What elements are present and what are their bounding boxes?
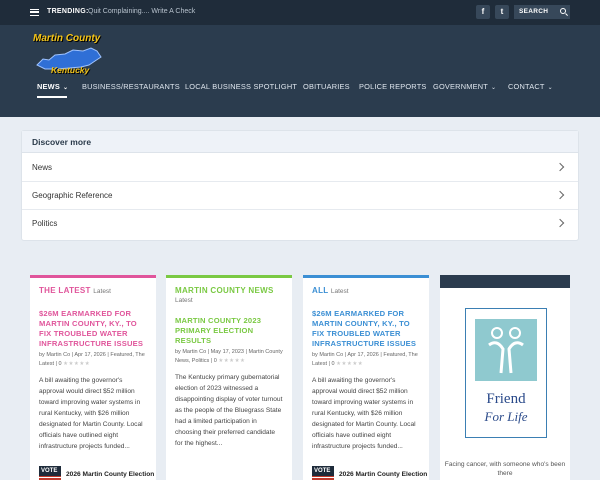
- article-meta: by Martin Co | May 17, 2023 | Martin Cou…: [175, 349, 283, 364]
- ad-caption: Facing cancer, with someone who's been t…: [444, 461, 566, 477]
- friend-for-life-ad[interactable]: Friend For Life Facing cancer, with some…: [440, 275, 570, 480]
- rating-stars-icon: ★★★★★: [336, 361, 364, 367]
- article-title-link[interactable]: $26M EARMARKED FOR MARTIN COUNTY, KY., T…: [303, 295, 429, 349]
- discover-item-label: Politics: [32, 219, 58, 228]
- trending-label: TRENDING:: [47, 8, 89, 15]
- ad-illustration: [475, 319, 537, 381]
- nav-item-police[interactable]: POLICE REPORTS: [359, 82, 427, 91]
- two-figures-icon: [488, 327, 524, 374]
- search-icon[interactable]: [560, 8, 566, 14]
- active-nav-indicator: [37, 96, 67, 98]
- next-article-link[interactable]: 2026 Martin County Election Season Begin…: [339, 470, 429, 480]
- facebook-icon[interactable]: f: [476, 5, 490, 19]
- nav-item-government[interactable]: GOVERNMENT ⌄: [433, 82, 496, 91]
- discover-title: Discover more: [22, 131, 578, 153]
- article-meta: by Martin Co | Apr 17, 2026 | Featured, …: [39, 352, 145, 367]
- ad-banner: Friend For Life: [465, 308, 547, 438]
- site-header: Martin County Kentucky NEWS ⌄ BUSINESS/RE…: [0, 25, 600, 117]
- chevron-down-icon: ⌄: [490, 85, 497, 91]
- article-title-link[interactable]: $26M EARMARKED FOR MARTIN COUNTY, KY., T…: [30, 295, 156, 349]
- discover-item-label: News: [32, 163, 53, 172]
- chevron-right-icon: [555, 218, 565, 228]
- search-placeholder: SEARCH: [519, 8, 549, 15]
- article-excerpt: A bill awaiting the governor's approval …: [39, 377, 143, 450]
- chevron-right-icon: [555, 190, 565, 200]
- article-excerpt: The Kentucky primary gubernatorial elect…: [175, 374, 283, 447]
- article-meta: by Martin Co | Apr 17, 2026 | Featured, …: [312, 352, 418, 367]
- trending-link[interactable]: Quit Complaining.... Write A Check: [88, 8, 195, 15]
- rating-stars-icon: ★★★★★: [63, 361, 91, 367]
- discover-item-label: Geographic Reference: [32, 191, 113, 200]
- site-logo[interactable]: Martin County Kentucky: [33, 31, 103, 75]
- ad-headline: Friend: [486, 391, 526, 407]
- nav-item-spotlight[interactable]: LOCAL BUSINESS SPOTLIGHT: [185, 82, 297, 91]
- discover-item-geographic[interactable]: Geographic Reference: [22, 182, 578, 210]
- ad-subheadline: For Life: [484, 409, 528, 424]
- discover-item-news[interactable]: News: [22, 154, 578, 182]
- menu-icon[interactable]: [30, 9, 39, 16]
- rating-stars-icon: ★★★★★: [218, 358, 246, 364]
- nav-item-news[interactable]: NEWS ⌄: [37, 82, 68, 91]
- search-input[interactable]: SEARCH: [514, 5, 570, 19]
- chevron-right-icon: [555, 162, 565, 172]
- logo-text-line1: Martin County: [33, 33, 101, 44]
- card-heading: MARTIN COUNTY NEWS Latest: [175, 286, 274, 304]
- chevron-down-icon: ⌄: [62, 85, 69, 91]
- top-bar: TRENDING: Quit Complaining.... Write A C…: [0, 0, 600, 25]
- article-thumbnail[interactable]: VOTE: [312, 466, 334, 480]
- discover-item-politics[interactable]: Politics: [22, 210, 578, 238]
- twitter-icon[interactable]: t: [495, 5, 509, 19]
- news-card-martin-county: MARTIN COUNTY NEWS Latest MARTIN COUNTY 2…: [166, 275, 292, 480]
- news-card-latest: THE LATEST Latest $26M EARMARKED FOR MAR…: [30, 275, 156, 480]
- next-article-link[interactable]: 2026 Martin County Election Season Begin…: [66, 470, 156, 480]
- article-title-link[interactable]: MARTIN COUNTY 2023 PRIMARY ELECTION RESU…: [166, 304, 292, 346]
- discover-more-panel: Discover more News Geographic Reference …: [21, 130, 579, 241]
- logo-text-line2: Kentucky: [51, 65, 90, 75]
- article-thumbnail[interactable]: VOTE: [39, 466, 61, 480]
- nav-item-obituaries[interactable]: OBITUARIES: [303, 82, 350, 91]
- chevron-down-icon: ⌄: [547, 85, 553, 91]
- card-heading: THE LATEST Latest: [39, 286, 111, 295]
- nav-item-business[interactable]: BUSINESS/RESTAURANTS: [82, 82, 180, 91]
- news-card-all: ALL Latest $26M EARMARKED FOR MARTIN COU…: [303, 275, 429, 480]
- article-excerpt: A bill awaiting the governor's approval …: [312, 377, 416, 450]
- nav-item-contact[interactable]: CONTACT ⌄: [508, 82, 553, 91]
- card-heading: ALL Latest: [312, 286, 349, 295]
